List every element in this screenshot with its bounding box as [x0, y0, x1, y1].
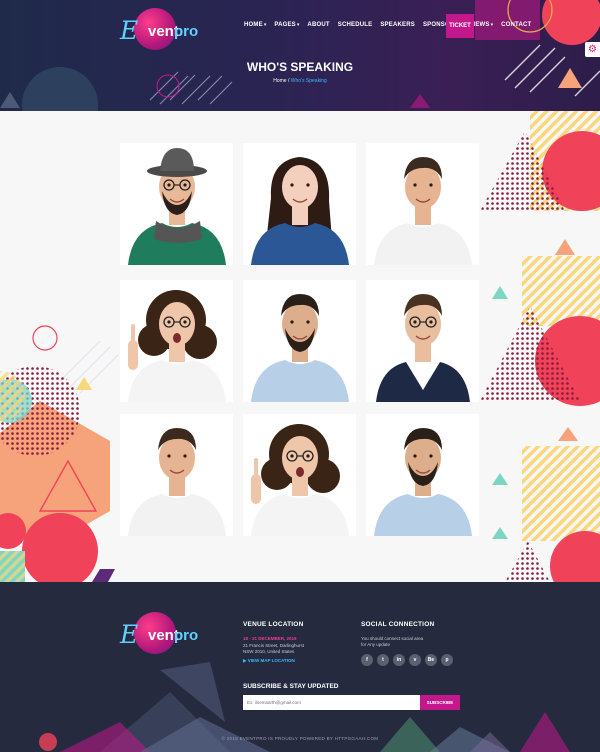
subscribe-button[interactable]: SUBSCRIBE	[420, 695, 460, 710]
view-map-link[interactable]: ▶ VIEW MAP LOCATION	[243, 658, 304, 664]
speakers-section	[0, 111, 600, 582]
breadcrumb-separator: /	[287, 78, 290, 84]
site-footer: E vent pro VENUE LOCATION 18 - 21 DECEMB…	[0, 582, 600, 752]
page-title: WHO'S SPEAKING	[246, 60, 354, 74]
speaker-photo	[366, 143, 479, 265]
subscribe-title: SUBSCRIBE & STAY UPDATED	[243, 683, 339, 690]
logo-e-glyph: E	[120, 16, 138, 45]
nav-item-contact[interactable]: CONTACT	[501, 22, 531, 28]
logo-text-pro: pro	[174, 23, 199, 40]
social-icon-5[interactable]: p	[441, 654, 453, 666]
site-logo[interactable]: E vent pro	[120, 8, 198, 52]
chevron-down-icon: ▾	[490, 22, 494, 28]
header-decoration	[0, 0, 600, 111]
footer-logo-text-pro: pro	[174, 627, 199, 644]
breadcrumb: Home / Who's Speaking	[0, 78, 600, 84]
social-icon-3[interactable]: v	[409, 654, 421, 666]
social-icon-2[interactable]: in	[393, 654, 405, 666]
chevron-down-icon: ▾	[263, 22, 267, 28]
page-header: E vent pro HOME ▾ PAGES ▾ ABOUT SCHEDULE SPE…	[0, 0, 600, 111]
speaker-card[interactable]	[120, 143, 233, 265]
footer-logo[interactable]: E vent pro	[120, 612, 198, 656]
social-icon-1[interactable]: t	[377, 654, 389, 666]
settings-gear-icon[interactable]: ⚙	[585, 42, 600, 57]
breadcrumb-current: Who's Speaking	[290, 78, 327, 84]
speaker-photo	[243, 280, 356, 402]
speaker-photo	[366, 414, 479, 536]
speaker-photo	[120, 280, 233, 402]
speaker-card[interactable]	[366, 414, 479, 536]
speaker-card[interactable]	[366, 280, 479, 402]
copyright: © 2015 EVENTPRO IS PROUDLY POWERED BY HT…	[221, 736, 379, 741]
venue-location: VENUE LOCATION 18 - 21 DECEMBER, 2019 21…	[243, 621, 304, 664]
speaker-card[interactable]	[243, 280, 356, 402]
speaker-photo	[243, 143, 356, 265]
speaker-card[interactable]	[120, 280, 233, 402]
social-icons: f t in v Be p	[361, 654, 453, 666]
nav-item-about[interactable]: ABOUT	[307, 22, 329, 28]
breadcrumb-home[interactable]: Home	[273, 78, 286, 84]
venue-title: VENUE LOCATION	[243, 621, 304, 628]
speaker-card[interactable]	[243, 143, 356, 265]
speaker-photo	[120, 414, 233, 536]
speaker-photo	[366, 280, 479, 402]
nav-item-speakers[interactable]: SPEAKERS	[380, 22, 415, 28]
speaker-photo	[243, 414, 356, 536]
page: E vent pro HOME ▾ PAGES ▾ ABOUT SCHEDULE SPE…	[0, 0, 600, 752]
social-connection: SOCIAL CONNECTION You should connect soc…	[361, 621, 453, 666]
nav-item-home[interactable]: HOME	[244, 22, 263, 28]
speaker-card[interactable]	[243, 414, 356, 536]
social-title: SOCIAL CONNECTION	[361, 621, 435, 628]
social-icon-4[interactable]: Be	[425, 654, 437, 666]
main-nav: HOME ▾ PAGES ▾ ABOUT SCHEDULE SPEAKERS SPONSO…	[244, 22, 531, 28]
venue-address-line-2: NSW 2010, United States	[243, 649, 295, 654]
subscribe-email-input[interactable]	[243, 695, 420, 710]
chevron-down-icon: ▾	[296, 22, 300, 28]
social-text-2: for Any update	[361, 642, 391, 647]
venue-date: 18 - 21 DECEMBER, 2019	[243, 636, 297, 641]
speaker-card[interactable]	[366, 143, 479, 265]
social-icon-0[interactable]: f	[361, 654, 373, 666]
footer-logo-e-glyph: E	[120, 620, 138, 649]
speaker-card[interactable]	[120, 414, 233, 536]
nav-item-schedule[interactable]: SCHEDULE	[338, 22, 373, 28]
footer-decoration	[39, 662, 570, 752]
ticket-button[interactable]: TICKET	[446, 14, 474, 38]
speaker-photo	[120, 143, 233, 265]
nav-item-pages[interactable]: PAGES	[274, 22, 296, 28]
